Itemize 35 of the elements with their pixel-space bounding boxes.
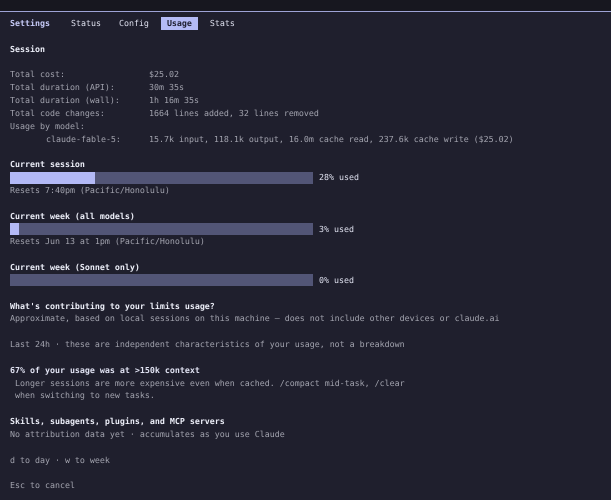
section-heading: Session [10, 42, 46, 56]
model-name: claude-fable-5: [45, 132, 122, 146]
stat-value: $25.02 [149, 68, 180, 82]
insight-detail: when switching to new tasks. [14, 389, 156, 402]
limit-heading: Current week (Sonnet only) [10, 261, 141, 274]
stat-label: Total duration (API): [10, 81, 116, 94]
stat-value: 1h 16m 35s [149, 94, 200, 107]
section-heading: What's contributing to your limits usage? [10, 300, 216, 312]
tab[interactable]: Status [64, 17, 107, 30]
insight-detail: Longer sessions are more expensive even when cached. /compact mid-task, /clear [14, 376, 406, 390]
tab[interactable]: Usage [160, 17, 198, 30]
period-note: Last 24h · these are independent characteristics of your usage, not a breakdown [10, 338, 406, 351]
usage-reading: 28% used [319, 171, 359, 184]
tab[interactable]: Config [112, 17, 155, 30]
model-usage: 15.7k input, 118.1k output, 16.0m cache read, 237.6k cache write ($25.02) [149, 132, 515, 146]
attribution-text: No attribution data yet · accumulates as you use Claude [10, 428, 286, 441]
stat-label: Total code changes: [10, 106, 106, 120]
key-hint: d to day · w to week [10, 454, 111, 467]
stat-label: Total duration (wall): [10, 94, 121, 107]
reset-time: Resets Jun 13 at 1pm (Pacific/Honolulu) [10, 235, 206, 248]
stat-label: Usage by model: [10, 120, 86, 133]
reset-time: Resets 7:40pm (Pacific/Honolulu) [10, 184, 171, 197]
usage-reading: 3% used [319, 222, 354, 236]
insight-heading: 67% of your usage was at >150k context [10, 364, 201, 377]
section-subtitle: Approximate, based on local sessions on this machine — does not include other devices or claude.ai [10, 312, 501, 326]
stat-value: 1664 lines added, 32 lines removed [149, 106, 320, 120]
section-heading: Skills, subagents, plugins, and MCP servers [10, 415, 226, 428]
usage-reading: 0% used [319, 274, 354, 287]
tab[interactable]: Stats [204, 17, 241, 30]
stat-label: Total cost: [10, 68, 66, 82]
stat-value: 30m 35s [149, 81, 185, 94]
settings-title: Settings [10, 17, 50, 30]
limit-heading: Current session [10, 158, 86, 172]
key-hint: Esc to cancel [10, 479, 76, 492]
limit-heading: Current week (all models) [10, 210, 136, 222]
